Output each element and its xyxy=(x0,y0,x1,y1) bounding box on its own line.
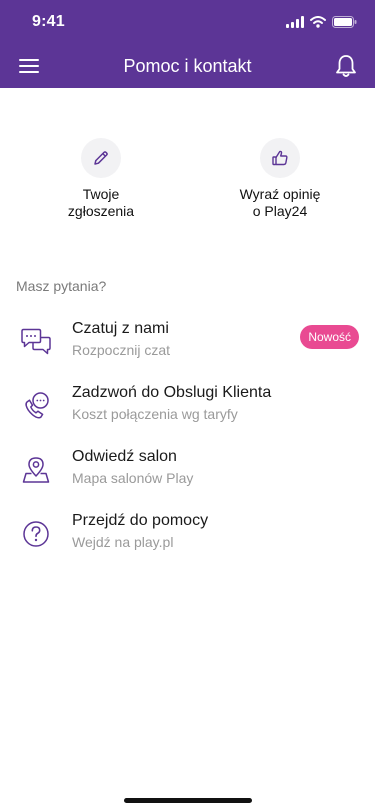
icon-wrap xyxy=(18,388,54,424)
item-title: Odwiedź salon xyxy=(72,448,177,465)
shortcut-label: Twoje zgłoszenia xyxy=(67,186,135,219)
new-badge: Nowość xyxy=(300,325,359,349)
status-icons xyxy=(286,15,357,29)
location-pin-icon xyxy=(22,457,50,483)
item-subtitle: Mapa salonów Play xyxy=(72,470,194,486)
give-feedback-shortcut[interactable]: Wyraź opinię o Play24 xyxy=(205,138,355,220)
pencil-icon xyxy=(94,151,108,165)
shortcut-label: Wyraź opinię o Play24 xyxy=(239,186,321,219)
section-title: Masz pytania? xyxy=(16,278,107,294)
call-customer-service-item[interactable]: Zadzwoń do Obslugi Klienta Koszt połącze… xyxy=(0,382,375,434)
item-title: Przejdź do pomocy xyxy=(72,512,209,529)
shortcut-icon-circle xyxy=(81,138,121,178)
icon-wrap xyxy=(18,516,54,552)
help-question-icon xyxy=(23,521,49,547)
item-title: Czatuj z nami xyxy=(72,320,169,337)
my-tickets-shortcut[interactable]: Twoje zgłoszenia xyxy=(26,138,176,220)
notifications-button[interactable] xyxy=(333,53,359,79)
home-indicator xyxy=(124,798,252,803)
wifi-icon xyxy=(310,16,326,28)
item-subtitle: Rozpocznij czat xyxy=(72,342,171,358)
app-header: 9:41 Pomoc i kontakt xyxy=(0,0,375,88)
chat-bubbles-icon xyxy=(21,328,51,355)
visit-store-item[interactable]: Odwiedź salon Mapa salonów Play xyxy=(0,446,375,498)
chat-with-us-item[interactable]: Czatuj z nami Rozpocznij czat Nowość xyxy=(0,318,375,370)
icon-wrap xyxy=(18,324,54,360)
status-time: 9:41 xyxy=(32,13,65,30)
phone-call-icon xyxy=(25,392,49,419)
icon-wrap xyxy=(18,452,54,488)
battery-icon xyxy=(332,16,357,28)
thumbs-up-icon xyxy=(272,150,288,166)
bell-icon xyxy=(336,55,356,77)
go-to-help-item[interactable]: Przejdź do pomocy Wejdź na play.pl xyxy=(0,510,375,562)
nav-bar: Pomoc i kontakt xyxy=(0,44,375,88)
status-bar: 9:41 xyxy=(0,0,375,44)
signal-icon xyxy=(286,16,304,28)
item-subtitle: Wejdź na play.pl xyxy=(72,534,174,550)
page-title: Pomoc i kontakt xyxy=(123,56,252,76)
shortcut-icon-circle xyxy=(260,138,300,178)
item-title: Zadzwoń do Obslugi Klienta xyxy=(72,384,272,401)
item-subtitle: Koszt połączenia wg taryfy xyxy=(72,406,238,422)
